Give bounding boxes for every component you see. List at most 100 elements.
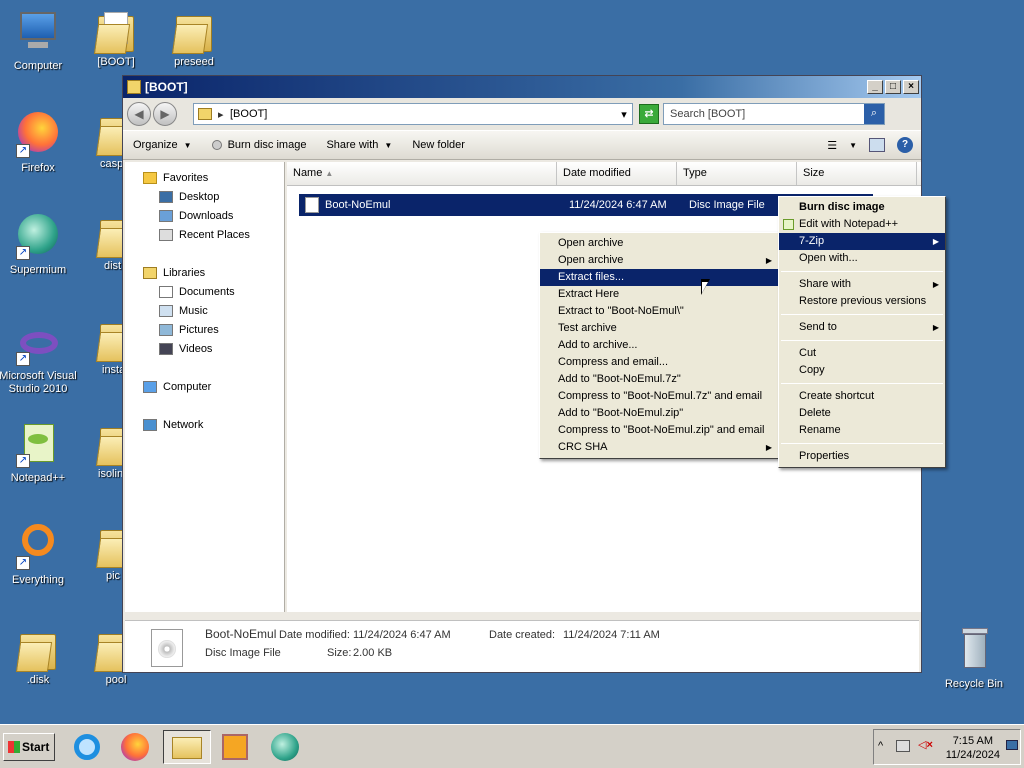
column-size[interactable]: Size [797,162,917,185]
menu-item-open-archive[interactable]: Open archive [540,235,778,252]
desktop-icon-recycle-bin[interactable]: Recycle Bin [934,626,1014,691]
menu-item-copy[interactable]: Copy [779,362,945,379]
nav-label: Downloads [179,209,234,222]
refresh-button[interactable]: ⇄ [639,104,659,124]
menu-item-extract-here[interactable]: Extract Here [540,286,778,303]
address-bar[interactable]: ▸ [BOOT] ▾ [193,103,633,125]
menu-item-crc-sha[interactable]: CRC SHA ▶ [540,439,778,456]
desktop-icon-dist[interactable]: dist [76,212,122,273]
windows-flag-icon [8,741,20,753]
view-list-icon[interactable]: ☰ [827,139,837,152]
menu-item-compress-7z-email[interactable]: Compress to "Boot-NoEmul.7z" and email [540,388,778,405]
desktop-icon-supermium[interactable]: ↗ Supermium [0,212,78,277]
nav-network[interactable]: Network [125,415,284,434]
close-button[interactable]: × [903,80,919,94]
nav-downloads[interactable]: Downloads [125,206,284,225]
menu-item-compress-zip-email[interactable]: Compress to "Boot-NoEmul.zip" and email [540,422,778,439]
column-type[interactable]: Type [677,162,797,185]
firefox-icon [121,733,149,761]
nav-label: Computer [163,380,212,393]
desktop-icon-visual-studio[interactable]: ↗ Microsoft Visual Studio 2010 [0,326,78,396]
downloads-icon [159,209,173,222]
desktop-icon-pic[interactable]: pic [76,522,122,583]
taskbar-media-player[interactable] [218,730,252,764]
nav-favorites[interactable]: Favorites [125,168,284,187]
desktop-icon-disk[interactable]: .disk [0,626,78,687]
column-date-modified[interactable]: Date modified [557,162,677,185]
desktop-icon-computer[interactable]: Computer [0,8,78,73]
help-icon[interactable]: ? [897,137,913,153]
menu-item-extract-files[interactable]: Extract files... [540,269,778,286]
nav-label: Pictures [179,323,219,336]
desktop-icon-isolin[interactable]: isolin [76,420,122,481]
shortcut-arrow-icon: ↗ [16,454,30,468]
desktop-icon-firefox[interactable]: ↗ Firefox [0,110,78,175]
nav-pictures[interactable]: Pictures [125,320,284,339]
menu-item-rename[interactable]: Rename [779,422,945,439]
volume-muted-icon[interactable]: ◁× [918,738,933,751]
column-name[interactable]: Name ▲ [287,162,557,185]
menu-item-restore-versions[interactable]: Restore previous versions [779,293,945,310]
forward-button[interactable]: ▶ [153,102,177,126]
clock[interactable]: 7:15 AM 11/24/2024 [946,734,1000,762]
nav-computer[interactable]: Computer [125,377,284,396]
menu-item-add-zip[interactable]: Add to "Boot-NoEmul.zip" [540,405,778,422]
menu-item-compress-email[interactable]: Compress and email... [540,354,778,371]
share-with-button[interactable]: Share with ▼ [326,139,392,151]
menu-item-share-with[interactable]: Share with ▶ [779,276,945,293]
menu-item-create-shortcut[interactable]: Create shortcut [779,388,945,405]
menu-item-properties[interactable]: Properties [779,448,945,465]
nav-libraries[interactable]: Libraries [125,263,284,282]
new-folder-button[interactable]: New folder [412,139,465,151]
notepadpp-icon [783,219,794,230]
menu-item-delete[interactable]: Delete [779,405,945,422]
nav-music[interactable]: Music [125,301,284,320]
folder-icon [172,737,202,759]
desktop-icon-notepadpp[interactable]: ↗ Notepad++ [0,420,78,485]
nav-documents[interactable]: Documents [125,282,284,301]
menu-item-cut[interactable]: Cut [779,345,945,362]
desktop-icon-boot[interactable]: [BOOT] [76,8,156,69]
preview-pane-icon[interactable] [869,138,885,152]
7zip-submenu[interactable]: Open archive Open archive ▶ Extract files… [539,232,779,459]
chevron-right-icon[interactable]: ▸ [218,108,230,121]
desktop-icon-preseed[interactable]: preseed [154,8,234,69]
menu-item-open-with[interactable]: Open with... [779,250,945,267]
desktop-icon-insta[interactable]: insta [76,316,122,377]
menu-item-extract-to[interactable]: Extract to "Boot-NoEmul\" [540,303,778,320]
taskbar-firefox[interactable] [118,730,152,764]
taskbar-explorer[interactable] [163,730,211,764]
nav-label: Desktop [179,190,220,203]
context-menu[interactable]: Burn disc image Edit with Notepad++ 7-Zi… [778,196,946,468]
show-desktop-icon[interactable] [1006,740,1018,750]
media-player-icon [222,734,248,760]
title-bar[interactable]: [BOOT] _ □ × [123,76,921,98]
menu-item-7zip[interactable]: 7-Zip ▶ [779,233,945,250]
chevron-up-icon[interactable]: ^ [878,740,883,752]
search-icon[interactable]: ⌕ [864,104,884,124]
nav-videos[interactable]: Videos [125,339,284,358]
network-icon[interactable] [896,740,910,752]
desktop-icon-casp[interactable]: casp [76,110,122,171]
menu-item-send-to[interactable]: Send to ▶ [779,319,945,336]
search-input[interactable]: Search [BOOT] ⌕ [663,103,885,125]
minimize-button[interactable]: _ [867,80,883,94]
back-button[interactable]: ◀ [127,102,151,126]
taskbar-internet-explorer[interactable] [70,730,104,764]
nav-desktop[interactable]: Desktop [125,187,284,206]
desktop-icon-everything[interactable]: ↗ Everything [0,522,78,587]
maximize-button[interactable]: □ [885,80,901,94]
organize-button[interactable]: Organize ▼ [133,139,192,151]
menu-item-burn-disc-image[interactable]: Burn disc image [779,199,945,216]
burn-disc-image-button[interactable]: Burn disc image [211,139,306,151]
chevron-down-icon[interactable]: ▾ [616,108,632,121]
menu-item-open-archive-sub[interactable]: Open archive ▶ [540,252,778,269]
menu-item-test-archive[interactable]: Test archive [540,320,778,337]
menu-item-edit-notepadpp[interactable]: Edit with Notepad++ [779,216,945,233]
menu-item-add-7z[interactable]: Add to "Boot-NoEmul.7z" [540,371,778,388]
taskbar-supermium[interactable] [268,730,302,764]
menu-item-add-to-archive[interactable]: Add to archive... [540,337,778,354]
chevron-down-icon[interactable]: ▼ [849,141,857,150]
start-button[interactable]: Start [3,733,55,761]
nav-recent-places[interactable]: Recent Places [125,225,284,244]
